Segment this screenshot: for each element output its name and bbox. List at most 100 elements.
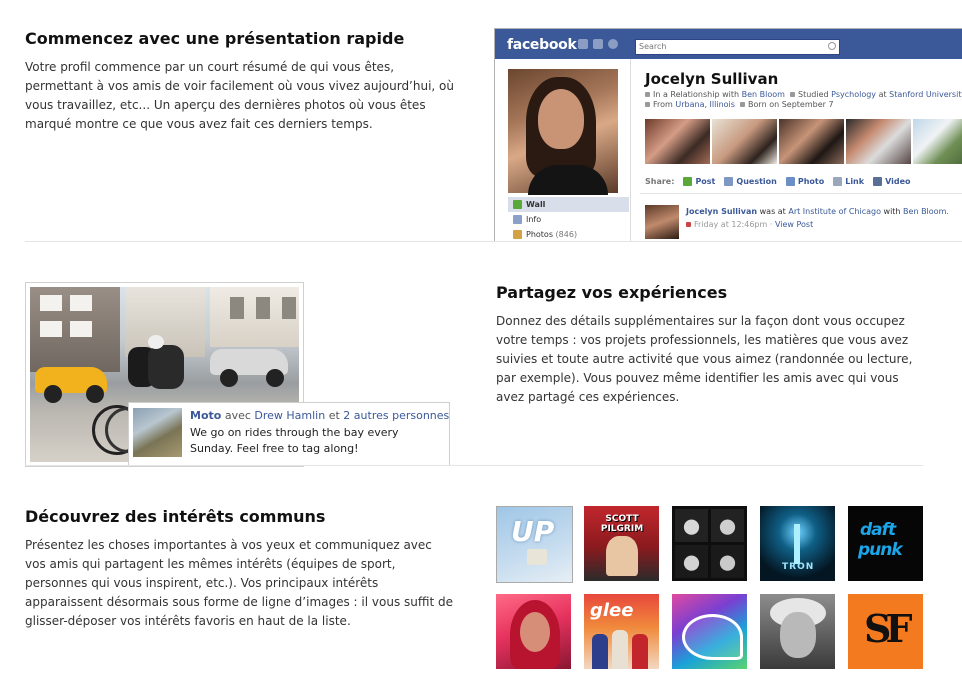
- experience-title: Moto avec Drew Hamlin et 2 autres person…: [190, 409, 449, 422]
- share-link-button[interactable]: Link: [833, 177, 864, 186]
- story-author-link[interactable]: Jocelyn Sullivan: [686, 207, 757, 216]
- info-text: In a Relationship with: [653, 90, 742, 99]
- search-input[interactable]: Search: [635, 39, 840, 55]
- experience-thumbnail[interactable]: [133, 408, 182, 457]
- share-label: Share:: [645, 177, 675, 186]
- section-title-share-experiences: Partagez vos expériences: [496, 283, 728, 302]
- interest-tile-sf-giants[interactable]: SF: [848, 594, 923, 669]
- info-text: at: [876, 90, 890, 99]
- post-icon: [683, 177, 693, 186]
- friend-requests-icon[interactable]: [578, 39, 588, 49]
- interest-tile-einstein[interactable]: [760, 594, 835, 669]
- story-avatar[interactable]: [645, 205, 679, 239]
- tagged-photo[interactable]: [645, 119, 710, 164]
- section-body-share-experiences: Donnez des détails supplémentaires sur l…: [496, 314, 913, 404]
- experience-description: We go on rides through the bay every Sun…: [190, 426, 399, 455]
- interest-tile-tron[interactable]: TRON: [760, 506, 835, 581]
- share-post-button[interactable]: Post: [683, 177, 715, 186]
- story-divider: [640, 193, 962, 194]
- tile-title: UP: [511, 515, 555, 548]
- wall-icon: [513, 200, 522, 209]
- share-video-button[interactable]: Video: [873, 177, 911, 186]
- profile-info: In a Relationship with Ben Bloom Studied…: [645, 90, 962, 110]
- share-bar: Share: Post Question Photo Link Video: [645, 177, 911, 186]
- column-divider: [630, 59, 631, 242]
- location-pin-icon: [686, 222, 691, 227]
- share-item-label: Video: [885, 177, 911, 186]
- section-title-quick-presentation: Commencez avec une présentation rapide: [25, 29, 405, 48]
- interest-tile-up[interactable]: UP: [496, 506, 573, 583]
- story-separator: ·: [767, 220, 775, 229]
- tile-title: punk: [858, 540, 903, 560]
- share-item-label: Link: [845, 177, 865, 186]
- search-icon[interactable]: [828, 42, 836, 50]
- messages-icon[interactable]: [593, 39, 603, 49]
- info-icon: [513, 215, 522, 224]
- profile-picture: [508, 69, 618, 195]
- profile-name: Jocelyn Sullivan: [645, 70, 779, 88]
- profile-mockup: facebook Search Wall Info Photos (846) J…: [494, 28, 962, 242]
- home-icon: [645, 102, 650, 107]
- side-nav-label: Info: [526, 215, 542, 224]
- story-place-link[interactable]: Art Institute of Chicago: [788, 207, 881, 216]
- experience-title-part: avec: [221, 409, 255, 422]
- experience-friend-link[interactable]: Drew Hamlin: [254, 409, 325, 422]
- experience-caption-card[interactable]: Moto avec Drew Hamlin et 2 autres person…: [128, 402, 450, 466]
- partner-link[interactable]: Ben Bloom: [742, 90, 785, 99]
- search-placeholder: Search: [639, 42, 667, 51]
- heart-icon: [645, 92, 650, 97]
- birthday-icon: [740, 102, 746, 107]
- photos-count: (846): [555, 230, 578, 239]
- tagged-photo[interactable]: [913, 119, 962, 164]
- section-divider: [25, 465, 923, 466]
- story-text-part: was at: [757, 207, 789, 216]
- share-question-button[interactable]: Question: [724, 177, 777, 186]
- facebook-logo: facebook: [507, 37, 577, 53]
- tagged-photo[interactable]: [846, 119, 911, 164]
- experience-others-link[interactable]: 2 autres personnes: [343, 409, 449, 422]
- interest-tile-glee[interactable]: glee: [584, 594, 659, 669]
- share-item-label: Post: [695, 177, 716, 186]
- section-title-common-interests: Découvrez des intérêts communs: [25, 507, 326, 526]
- info-text: From: [653, 100, 676, 109]
- share-item-label: Photo: [797, 177, 825, 186]
- profile-side-nav: Wall Info Photos (846): [508, 197, 629, 242]
- view-post-link[interactable]: View Post: [775, 220, 813, 229]
- notification-icons: [578, 39, 618, 49]
- info-text: Born on September 7: [748, 100, 834, 109]
- interest-tile-rihanna[interactable]: [496, 594, 571, 669]
- education-icon: [790, 92, 796, 97]
- story-friend-link[interactable]: Ben Bloom.: [903, 207, 949, 216]
- subject-link[interactable]: Psychology: [831, 90, 876, 99]
- tile-title: daft: [860, 520, 896, 540]
- notifications-icon[interactable]: [608, 39, 618, 49]
- video-icon: [873, 177, 883, 186]
- share-item-label: Question: [736, 177, 777, 186]
- side-nav-photos[interactable]: Photos (846): [508, 227, 629, 242]
- interest-tile-daft-punk[interactable]: daft punk: [848, 506, 923, 581]
- info-text: Studied: [798, 90, 832, 99]
- interest-tile-scott-pilgrim[interactable]: SCOTT PILGRIM: [584, 506, 659, 581]
- side-nav-wall[interactable]: Wall: [508, 197, 629, 212]
- question-icon: [724, 177, 734, 186]
- tagged-photo[interactable]: [779, 119, 844, 164]
- tagged-photo-strip: [645, 119, 962, 164]
- side-nav-info[interactable]: Info: [508, 212, 629, 227]
- story-text: Jocelyn Sullivan was at Art Institute of…: [686, 205, 949, 231]
- side-nav-label: Wall: [526, 200, 546, 209]
- tile-title: TRON: [782, 562, 815, 572]
- tagged-photo[interactable]: [712, 119, 777, 164]
- tile-title: SF: [864, 606, 912, 651]
- tile-title: glee: [590, 600, 634, 621]
- school-link[interactable]: Stanford University: [889, 90, 962, 99]
- story-text-part: with: [880, 207, 904, 216]
- share-photo-button[interactable]: Photo: [785, 177, 825, 186]
- section-body-quick-presentation: Votre profil commence par un court résum…: [25, 60, 454, 131]
- link-icon: [833, 177, 843, 186]
- hometown-link[interactable]: Urbana, Illinois: [675, 100, 735, 109]
- photos-icon: [513, 230, 522, 239]
- experience-name-link[interactable]: Moto: [190, 409, 221, 422]
- interest-tile-surf-art[interactable]: [672, 594, 747, 669]
- story-time: Friday at 12:46pm: [694, 220, 768, 229]
- interest-tile-beatles[interactable]: [672, 506, 747, 581]
